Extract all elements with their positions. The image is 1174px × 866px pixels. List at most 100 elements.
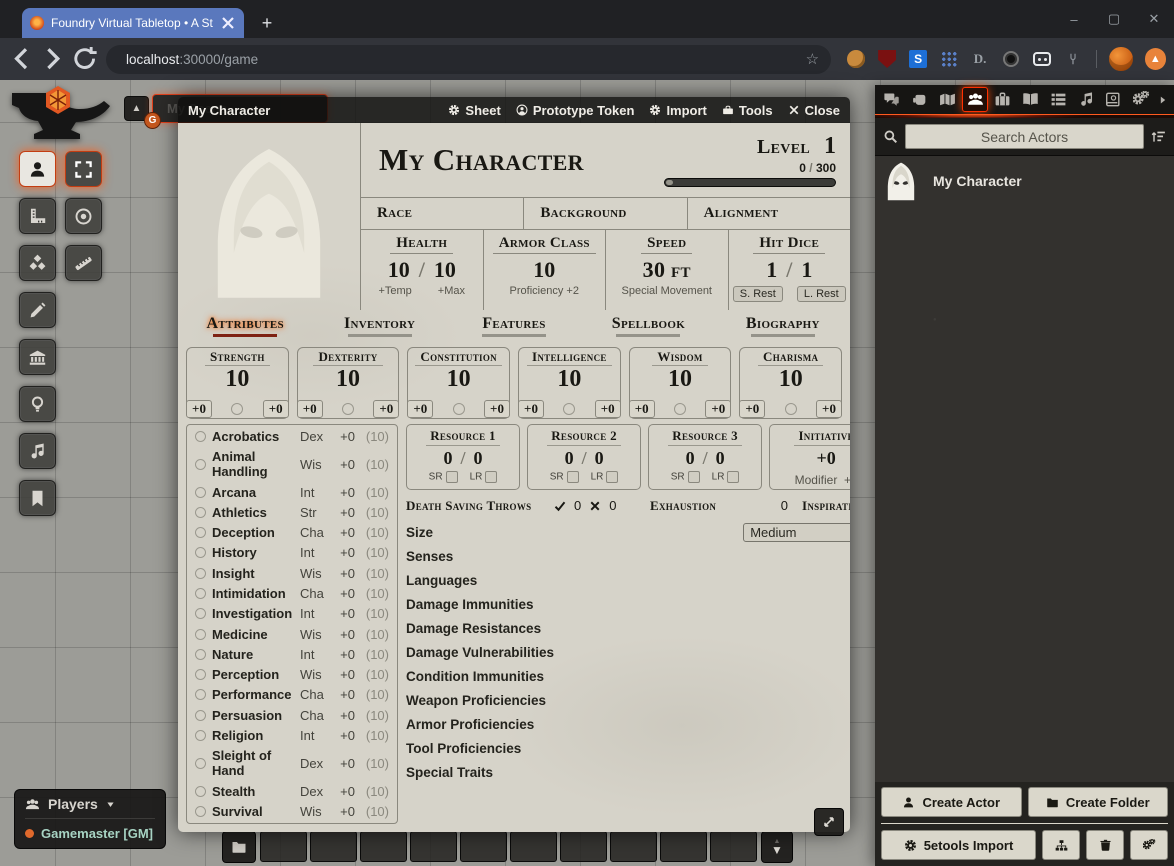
- short-rest-button[interactable]: S. Rest: [733, 286, 783, 302]
- combat[interactable]: [907, 87, 933, 112]
- update-chrome-icon[interactable]: ▲: [1145, 48, 1166, 70]
- create-actor-button[interactable]: Create Actor: [881, 787, 1022, 817]
- compendium[interactable]: [1101, 87, 1127, 112]
- search-input[interactable]: [905, 124, 1144, 149]
- skill-row[interactable]: Religion Int +0 (10): [195, 728, 389, 743]
- players-header[interactable]: Players: [25, 796, 155, 819]
- skill-proficiency-radio[interactable]: [195, 459, 206, 470]
- cookie-extension[interactable]: [845, 48, 867, 70]
- new-tab-button[interactable]: +: [254, 10, 280, 36]
- skill-row[interactable]: Deception Cha +0 (10): [195, 525, 389, 540]
- initiative-box[interactable]: Initiative +0 Modifier +0: [769, 424, 850, 490]
- strength[interactable]: Strength 10 +0 +0: [186, 347, 289, 419]
- short-rest-checkbox[interactable]: [567, 471, 579, 483]
- death-success-icon[interactable]: [554, 500, 566, 512]
- macro-slot[interactable]: [510, 831, 557, 862]
- save-proficiency-radio[interactable]: [785, 403, 797, 415]
- ruler-tool[interactable]: [65, 245, 102, 281]
- death-success-count[interactable]: 0: [574, 498, 581, 513]
- skill-row[interactable]: Nature Int +0 (10): [195, 647, 389, 662]
- long-rest-checkbox[interactable]: [727, 471, 739, 483]
- browser-tab[interactable]: Foundry Virtual Tabletop • A Stan: [22, 8, 244, 38]
- skill-proficiency-radio[interactable]: [195, 786, 206, 797]
- resource-1[interactable]: Resource 1 0/0 SR LR: [406, 424, 520, 490]
- character-sheet-window[interactable]: My Character Sheet Prototype Token Impor…: [178, 97, 850, 832]
- close-window-icon[interactable]: ✕: [1134, 0, 1174, 38]
- death-failure-icon[interactable]: [589, 500, 601, 512]
- sound-controls[interactable]: [19, 433, 56, 469]
- ability-modifier[interactable]: +0: [186, 400, 212, 418]
- xp-counter[interactable]: 0 / 300: [664, 161, 836, 175]
- skill-proficiency-radio[interactable]: [195, 758, 206, 769]
- skill-proficiency-radio[interactable]: [195, 527, 206, 538]
- import[interactable]: Import: [649, 103, 706, 118]
- tab-close-icon[interactable]: [220, 15, 236, 31]
- macro-slot[interactable]: [710, 831, 757, 862]
- ublock-extension[interactable]: [876, 48, 898, 70]
- skill-row[interactable]: Intimidation Cha +0 (10): [195, 586, 389, 601]
- actor-list-item[interactable]: My Character: [875, 156, 1174, 206]
- save-proficiency-radio[interactable]: [674, 403, 686, 415]
- exhaustion-value[interactable]: 0: [736, 498, 802, 513]
- address-bar[interactable]: localhost:30000/game ☆: [106, 45, 831, 74]
- close[interactable]: Close: [788, 103, 840, 118]
- skill-proficiency-radio[interactable]: [195, 608, 206, 619]
- reload-icon[interactable]: [71, 45, 98, 73]
- skill-proficiency-radio[interactable]: [195, 507, 206, 518]
- macro-slot[interactable]: [410, 831, 457, 862]
- journal[interactable]: [1018, 87, 1044, 112]
- scenes[interactable]: [935, 87, 961, 112]
- actors[interactable]: [962, 87, 988, 112]
- resource-2[interactable]: Resource 2 0/0 SR LR: [527, 424, 641, 490]
- save-proficiency-radio[interactable]: [342, 403, 354, 415]
- inventory[interactable]: Inventory: [312, 315, 446, 343]
- delete-button[interactable]: [1086, 830, 1124, 860]
- biography[interactable]: Biography: [716, 315, 850, 343]
- long-rest-checkbox[interactable]: [485, 471, 497, 483]
- settings-button[interactable]: [1130, 830, 1168, 860]
- skill-proficiency-radio[interactable]: [195, 689, 206, 700]
- skill-row[interactable]: Athletics Str +0 (10): [195, 505, 389, 520]
- ability-save[interactable]: +0: [705, 400, 731, 418]
- skill-proficiency-radio[interactable]: [195, 568, 206, 579]
- dnd-extension[interactable]: D.: [969, 48, 991, 70]
- tables[interactable]: [1046, 87, 1072, 112]
- character-name[interactable]: My Character: [379, 142, 664, 178]
- note-controls[interactable]: [19, 480, 56, 516]
- folder-tree-button[interactable]: [1042, 830, 1080, 860]
- resource-3[interactable]: Resource 3 0/0 SR LR: [648, 424, 762, 490]
- maximize-icon[interactable]: ▢: [1094, 0, 1134, 38]
- tools[interactable]: Tools: [722, 103, 773, 118]
- url-text[interactable]: localhost:30000/game: [126, 52, 798, 67]
- skill-row[interactable]: History Int +0 (10): [195, 545, 389, 560]
- settings[interactable]: [1129, 87, 1155, 112]
- create-folder-button[interactable]: Create Folder: [1028, 787, 1169, 817]
- back-icon[interactable]: [8, 45, 35, 73]
- macro-slot[interactable]: [460, 831, 507, 862]
- forward-icon[interactable]: [39, 45, 66, 73]
- ability-save[interactable]: +0: [263, 400, 289, 418]
- sheet[interactable]: Sheet: [448, 103, 500, 118]
- ability-modifier[interactable]: +0: [518, 400, 544, 418]
- wall-controls[interactable]: [19, 339, 56, 375]
- skill-row[interactable]: Sleight of Hand Dex +0 (10): [195, 748, 389, 778]
- ability-modifier[interactable]: +0: [629, 400, 655, 418]
- skill-proficiency-radio[interactable]: [195, 547, 206, 558]
- skill-row[interactable]: Arcana Int +0 (10): [195, 485, 389, 500]
- features[interactable]: Features: [447, 315, 581, 343]
- 5etools-import-button[interactable]: 5etools Import: [881, 830, 1036, 860]
- ability-save[interactable]: +0: [373, 400, 399, 418]
- size-select[interactable]: Medium: [743, 523, 850, 542]
- long-rest-checkbox[interactable]: [606, 471, 618, 483]
- macro-slot[interactable]: [260, 831, 307, 862]
- sidebar-collapse-icon[interactable]: [1157, 95, 1170, 105]
- drawing-controls[interactable]: [19, 292, 56, 328]
- skill-proficiency-radio[interactable]: [195, 431, 206, 442]
- lighting-controls[interactable]: [19, 386, 56, 422]
- prototype-token[interactable]: Prototype Token: [516, 103, 635, 118]
- skill-row[interactable]: Survival Wis +0 (10): [195, 804, 389, 819]
- ability-save[interactable]: +0: [816, 400, 842, 418]
- stylus-extension[interactable]: S: [907, 48, 929, 70]
- long-rest-button[interactable]: L. Rest: [797, 286, 846, 302]
- robot-extension[interactable]: [1031, 48, 1053, 70]
